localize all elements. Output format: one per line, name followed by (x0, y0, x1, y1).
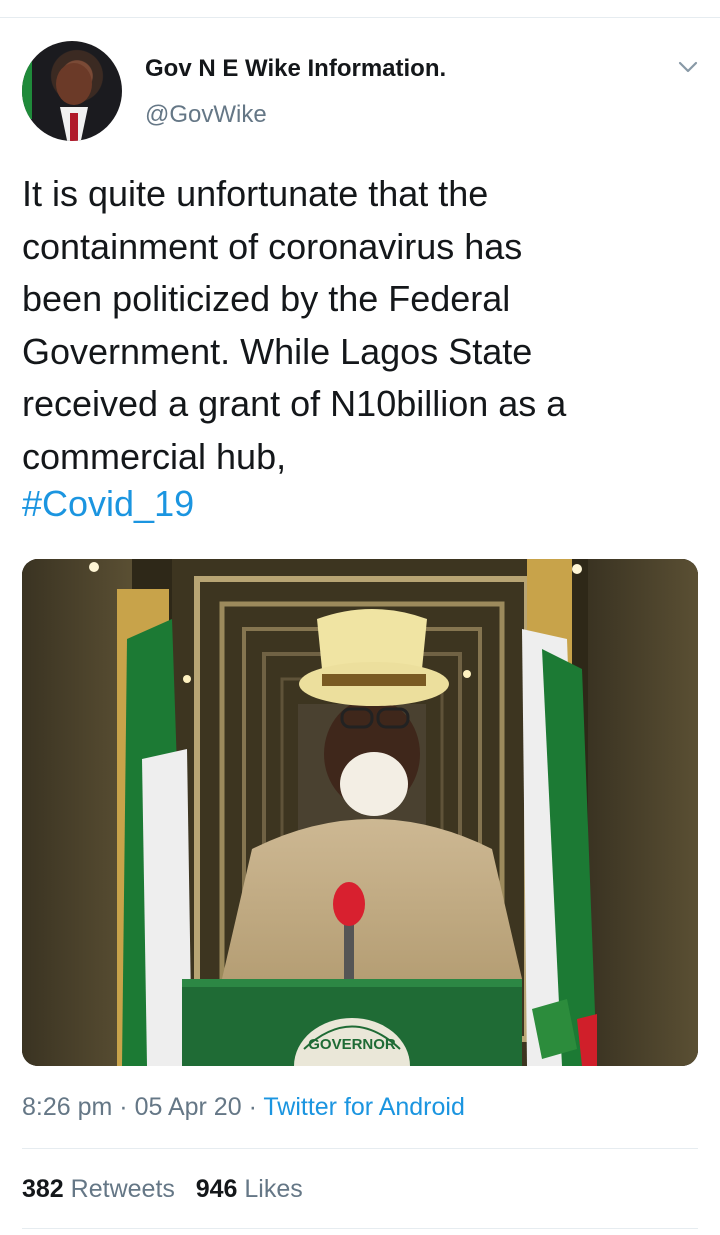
avatar[interactable] (22, 41, 122, 141)
likes-label[interactable]: Likes (244, 1175, 302, 1203)
avatar-flag (22, 59, 32, 119)
separator: · (248, 1093, 257, 1121)
avatar-tie (70, 113, 78, 141)
podium-seal-text: GOVERNOR (308, 1036, 396, 1053)
top-divider (0, 17, 720, 18)
tweet-text-line: received a grant of N10billion as a (22, 383, 567, 424)
divider (22, 1228, 698, 1229)
tweet-source-link[interactable]: Twitter for Android (263, 1093, 464, 1121)
chevron-down-icon[interactable] (678, 60, 698, 74)
tweet-text-line: commercial hub, (22, 435, 287, 477)
tweet-stats: 382 Retweets 946 Likes (22, 1175, 303, 1204)
avatar-face (56, 63, 92, 105)
tweet-text-line: It is quite unfortunate that the (22, 173, 489, 214)
tweet-date: 05 Apr 20 (134, 1093, 242, 1121)
user-handle[interactable]: @GovWike (145, 101, 267, 129)
tweet-media-image[interactable]: GOVERNOR (22, 559, 698, 1066)
likes-count[interactable]: 946 (196, 1175, 238, 1203)
tweet-text-line: containment of coronavirus has (22, 225, 523, 267)
media-illustration: GOVERNOR (22, 559, 698, 1066)
retweets-count[interactable]: 382 (22, 1175, 64, 1203)
separator: · (119, 1093, 128, 1121)
retweets-label[interactable]: Retweets (71, 1175, 175, 1203)
divider (22, 1148, 698, 1149)
display-name[interactable]: Gov N E Wike Information. (145, 55, 446, 83)
tweet-text-line: Government. While Lagos State (22, 330, 533, 372)
tweet-time: 8:26 pm (22, 1093, 113, 1121)
hashtag-link[interactable]: #Covid_19 (22, 478, 194, 531)
tweet-timestamp-row: 8:26 pm · 05 Apr 20 · Twitter for Androi… (22, 1093, 465, 1122)
tweet-text-line: been politicized by the Federal (22, 278, 511, 319)
tweet-text: It is quite unfortunate that the contain… (22, 168, 702, 483)
